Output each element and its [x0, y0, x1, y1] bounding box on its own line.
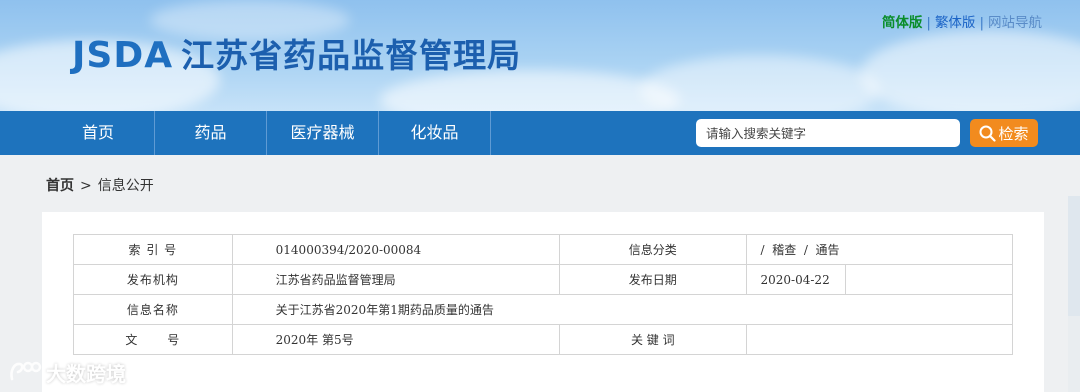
watermark-logo-icon — [10, 361, 42, 381]
page-edge — [1068, 196, 1080, 316]
label-doc-number: 文 号 — [73, 324, 233, 355]
site-nav-link[interactable]: 网站导航 — [988, 15, 1042, 31]
simplified-link[interactable]: 简体版 — [882, 15, 923, 31]
search-input[interactable] — [696, 119, 960, 147]
link-separator: | — [926, 15, 931, 31]
table-row: 索 引 号 014000394/2020-00084 信息分类 / 稽查 / 通… — [73, 234, 1014, 265]
value-publisher: 江苏省药品监督管理局 — [231, 264, 561, 295]
table-row: 文 号 2020年 第5号 关 键 词 — [73, 324, 1014, 355]
nav-item-drugs[interactable]: 药品 — [155, 111, 267, 155]
value-index-number: 014000394/2020-00084 — [231, 234, 561, 265]
label-index-number: 索 引 号 — [73, 234, 233, 265]
search-button[interactable]: 检索 — [970, 119, 1038, 147]
nav-item-cosmetics[interactable]: 化妆品 — [379, 111, 491, 155]
value-keywords — [745, 324, 1014, 355]
label-info-name: 信息名称 — [73, 294, 233, 325]
search-button-label: 检索 — [998, 124, 1029, 143]
page-edge — [1068, 316, 1080, 392]
label-publish-date: 发布日期 — [559, 264, 747, 295]
value-publish-date: 2020-04-22 — [745, 264, 847, 295]
logo-mark: JSDA — [72, 35, 174, 76]
info-table: 索 引 号 014000394/2020-00084 信息分类 / 稽查 / 通… — [73, 234, 1014, 355]
empty-cell — [845, 264, 1013, 295]
watermark-text: 大数跨境 — [46, 361, 126, 386]
site-logo[interactable]: JSDA 江苏省药品监督管理局 — [72, 34, 521, 78]
value-doc-number: 2020年 第5号 — [231, 324, 561, 355]
site-header: JSDA 江苏省药品监督管理局 简体版 | 繁体版 | 网站导航 — [0, 0, 1080, 111]
nav-item-medical-devices[interactable]: 医疗器械 — [267, 111, 379, 155]
traditional-link[interactable]: 繁体版 — [935, 15, 976, 31]
breadcrumb-home[interactable]: 首页 — [46, 178, 74, 194]
nav-item-home[interactable]: 首页 — [42, 111, 155, 155]
search-icon — [979, 125, 997, 142]
table-row: 发布机构 江苏省药品监督管理局 发布日期 2020-04-22 — [73, 264, 1013, 295]
breadcrumb-current: 信息公开 — [97, 178, 154, 194]
top-links: 简体版 | 繁体版 | 网站导航 — [882, 11, 1042, 31]
table-row: 信息名称 关于江苏省2020年第1期药品质量的通告 — [73, 294, 1014, 325]
value-info-name: 关于江苏省2020年第1期药品质量的通告 — [231, 294, 1014, 325]
breadcrumb: 首页 > 信息公开 — [46, 175, 154, 195]
link-separator: | — [979, 15, 984, 31]
breadcrumb-separator: > — [80, 178, 92, 194]
value-category: / 稽查 / 通告 — [745, 234, 1014, 265]
label-keywords: 关 键 词 — [559, 324, 747, 355]
label-publisher: 发布机构 — [73, 264, 233, 295]
label-category: 信息分类 — [559, 234, 747, 265]
org-name: 江苏省药品监督管理局 — [181, 36, 522, 75]
watermark: 大数跨境 — [8, 356, 126, 388]
main-nav: 首页 药品 医疗器械 化妆品 检索 — [0, 111, 1080, 155]
